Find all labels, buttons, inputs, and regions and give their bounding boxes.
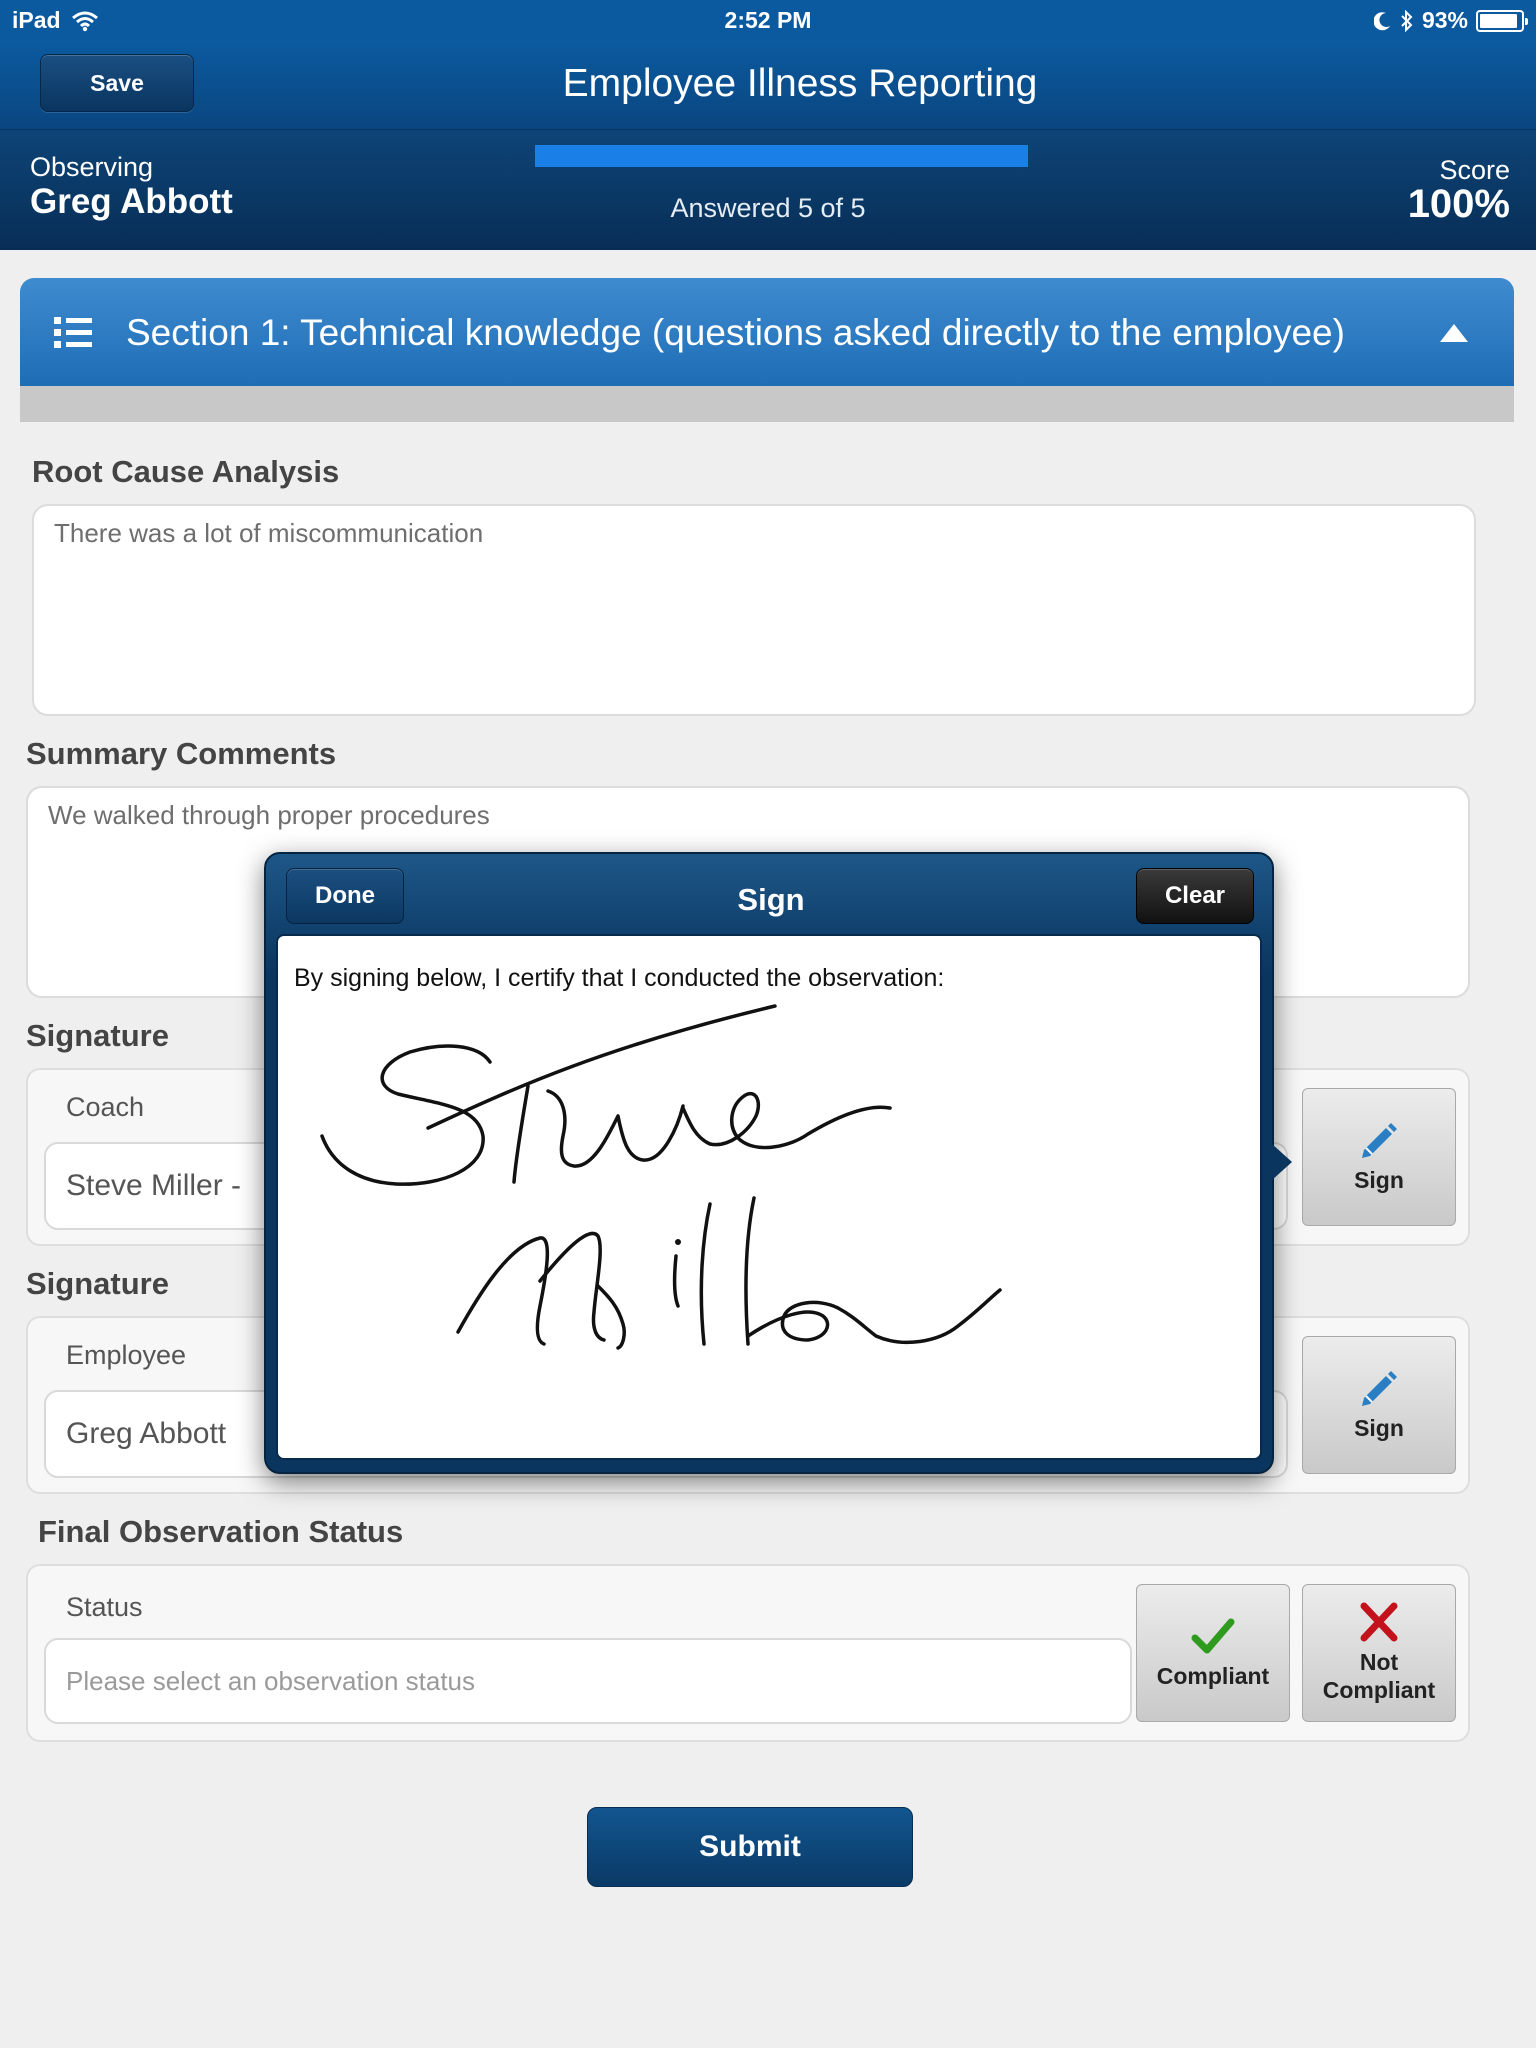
checkmark-icon	[1191, 1618, 1235, 1654]
status-sub-label: Status	[66, 1592, 143, 1622]
progress-fill	[535, 145, 1028, 167]
status-bar: iPad 2:52 PM 93%	[0, 0, 1536, 40]
coach-sign-button[interactable]: Sign	[1302, 1088, 1456, 1226]
battery-percent: 93%	[1421, 7, 1468, 33]
employee-sign-button[interactable]: Sign	[1302, 1336, 1456, 1474]
section-title: Section 1: Technical knowledge (question…	[126, 312, 1345, 353]
status-select[interactable]: Please select an observation status	[44, 1638, 1132, 1724]
clear-button[interactable]: Clear	[1136, 868, 1254, 924]
not-compliant-button[interactable]: Not Compliant	[1302, 1584, 1456, 1722]
submit-button[interactable]: Submit	[587, 1807, 913, 1887]
employee-sign-label: Sign	[1354, 1415, 1404, 1441]
compliant-button[interactable]: Compliant	[1136, 1584, 1290, 1722]
observing-label: Observing	[30, 152, 154, 182]
section-header[interactable]: Section 1: Technical knowledge (question…	[20, 278, 1514, 386]
final-status-card: Status Please select an observation stat…	[26, 1564, 1470, 1742]
coach-role-label: Coach	[66, 1092, 145, 1122]
root-cause-label: Root Cause Analysis	[32, 454, 340, 489]
list-icon	[54, 317, 92, 348]
root-cause-textarea[interactable]: There was a lot of miscommunication	[32, 504, 1476, 716]
collapse-caret-icon[interactable]	[1440, 324, 1468, 342]
pencil-icon	[1362, 1123, 1397, 1158]
popover-title: Sign	[737, 882, 805, 917]
popover-arrow	[1272, 1144, 1292, 1180]
moon-icon	[1373, 11, 1390, 30]
battery-fill	[1480, 13, 1518, 28]
status-right: 93%	[1373, 7, 1528, 34]
observation-info-bar: Observing Greg Abbott Answered 5 of 5 Sc…	[0, 130, 1536, 250]
signature-pad[interactable]: By signing below, I certify that I condu…	[276, 934, 1262, 1460]
x-icon	[1360, 1602, 1398, 1642]
bluetooth-icon	[1401, 9, 1413, 32]
employee-signature-label: Signature	[26, 1266, 169, 1301]
signature-dot	[675, 1239, 681, 1245]
score-value: 100%	[1407, 182, 1510, 226]
compliant-label: Compliant	[1156, 1663, 1270, 1689]
coach-signature-label: Signature	[26, 1018, 169, 1053]
progress-bar	[535, 145, 1028, 167]
coach-sign-label: Sign	[1354, 1167, 1404, 1193]
final-status-label: Final Observation Status	[38, 1514, 404, 1549]
handwritten-signature	[320, 1004, 1002, 1350]
observing-name: Greg Abbott	[30, 182, 233, 221]
page-title: Employee Illness Reporting	[562, 62, 1038, 105]
summary-comments-label: Summary Comments	[26, 736, 337, 771]
employee-role-label: Employee	[66, 1340, 187, 1370]
pencil-icon	[1362, 1371, 1397, 1406]
battery-icon	[1476, 9, 1528, 32]
section-divider	[20, 386, 1514, 422]
answered-count: Answered 5 of 5	[670, 193, 866, 223]
nav-bar: Save Employee Illness Reporting	[0, 40, 1536, 130]
sign-popover: Done Sign Clear By signing below, I cert…	[264, 852, 1292, 1474]
not-compliant-label: Not Compliant	[1322, 1649, 1436, 1703]
clock: 2:52 PM	[724, 7, 812, 33]
